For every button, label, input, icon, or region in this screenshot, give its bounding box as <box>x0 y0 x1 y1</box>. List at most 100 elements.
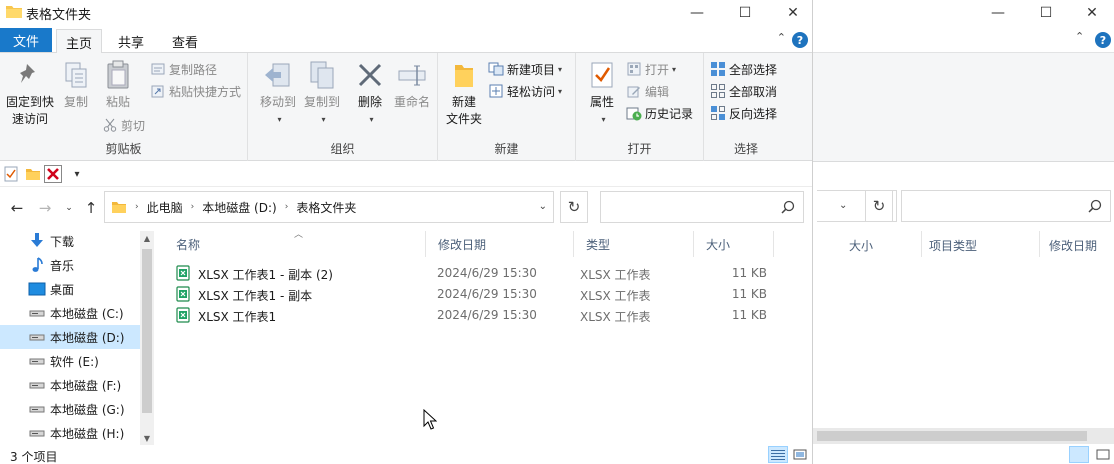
sidebar-item-drive-h[interactable]: 本地磁盘 (H:) <box>0 421 140 445</box>
scroll-up-icon[interactable]: ▲ <box>140 231 154 245</box>
bg-minimize-button[interactable]: — <box>975 0 1021 26</box>
delete-button[interactable]: 删除 ▾ <box>350 59 390 128</box>
recent-locations-dropdown-icon[interactable]: ⌄ <box>60 199 78 217</box>
sidebar-item-drive-f[interactable]: 本地磁盘 (F:) <box>0 373 140 397</box>
open-label: 打开 <box>645 62 670 77</box>
breadcrumb-separator-icon[interactable]: › <box>135 202 139 212</box>
move-to-button[interactable]: 移动到 ▾ <box>256 59 300 128</box>
rename-button[interactable]: 重命名 <box>390 59 434 111</box>
qat-customize-dropdown-icon[interactable]: ▾ <box>68 165 86 183</box>
select-all-icon <box>710 61 726 77</box>
file-row[interactable]: XLSX 工作表1 - 副本 (2) 2024/6/29 15:30 XLSX … <box>164 263 804 284</box>
file-type: XLSX 工作表 <box>580 310 651 324</box>
scroll-down-icon[interactable]: ▼ <box>140 431 154 445</box>
new-folder-button[interactable]: 新建 文件夹 <box>444 59 484 128</box>
cut-button[interactable]: 剪切 <box>102 115 145 135</box>
group-new-label: 新建 <box>494 142 519 156</box>
breadcrumb-separator-icon[interactable]: › <box>191 202 195 212</box>
paste-button[interactable]: 粘贴 <box>98 59 138 111</box>
qat-delete-icon[interactable] <box>44 165 62 183</box>
forward-arrow-icon[interactable]: → <box>36 199 54 217</box>
invert-selection-button[interactable]: 反向选择 <box>710 103 777 123</box>
copy-button[interactable]: 复制 <box>58 59 94 111</box>
sidebar-item-desktop[interactable]: 桌面 <box>0 277 140 301</box>
breadcrumb-current-folder[interactable]: 表格文件夹 <box>296 199 356 216</box>
bg-ribbon-collapse-icon[interactable]: ⌃ <box>1075 30 1084 43</box>
bg-large-icons-view-icon[interactable] <box>1093 446 1113 463</box>
open-button[interactable]: 打开 ▾ <box>626 59 676 79</box>
close-button[interactable]: ✕ <box>770 0 816 26</box>
history-button[interactable]: 历史记录 <box>626 103 693 123</box>
help-icon[interactable]: ? <box>792 32 808 48</box>
breadcrumb-drive-d[interactable]: 本地磁盘 (D:) <box>202 199 276 216</box>
pin-to-quick-access-button[interactable]: 固定到快 速访问 <box>4 59 56 128</box>
properties-button[interactable]: 属性 ▾ <box>584 59 620 128</box>
sidebar-item-downloads[interactable]: 下载 <box>0 229 140 253</box>
column-header-name[interactable]: 名称 <box>164 231 426 257</box>
large-icons-view-icon[interactable] <box>790 446 810 463</box>
bg-search-box[interactable] <box>901 190 1111 222</box>
column-header-type[interactable]: 类型 <box>574 231 694 257</box>
tab-share[interactable]: 共享 <box>108 29 154 53</box>
desktop-icon <box>28 281 46 297</box>
sidebar-item-drive-d[interactable]: 本地磁盘 (D:) <box>0 325 140 349</box>
bg-col-item-type[interactable]: 项目类型 <box>929 237 977 254</box>
column-header-date[interactable]: 修改日期 <box>426 231 574 257</box>
bg-help-icon[interactable]: ? <box>1095 32 1111 48</box>
bg-refresh-button[interactable]: ↻ <box>865 190 893 222</box>
paste-shortcut-button[interactable]: 粘贴快捷方式 <box>150 81 241 101</box>
up-arrow-icon[interactable]: ↑ <box>82 199 100 217</box>
sidebar-item-drive-e[interactable]: 软件 (E:) <box>0 349 140 373</box>
ribbon-collapse-icon[interactable]: ⌃ <box>777 31 786 44</box>
sidebar-scrollbar[interactable]: ▲ ▼ <box>140 231 154 445</box>
file-row[interactable]: XLSX 工作表1 2024/6/29 15:30 XLSX 工作表 11 KB <box>164 305 804 326</box>
breadcrumb-separator-icon[interactable]: › <box>285 202 289 212</box>
edit-button[interactable]: 编辑 <box>626 81 669 101</box>
properties-label: 属性 <box>589 95 614 109</box>
breadcrumb-this-pc[interactable]: 此电脑 <box>147 199 183 216</box>
qat-properties-icon[interactable] <box>2 165 20 183</box>
new-item-dropdown-icon: ▾ <box>558 64 563 74</box>
bg-col-date[interactable]: 修改日期 <box>1049 237 1097 254</box>
address-dropdown-icon[interactable]: ⌄ <box>539 201 547 212</box>
column-header-size[interactable]: 大小 <box>694 231 774 257</box>
details-view-icon[interactable] <box>768 446 788 463</box>
search-input[interactable] <box>600 191 804 223</box>
ribbon-tabs: 文件 主页 共享 查看 ⌃ ? <box>0 26 812 54</box>
copy-to-button[interactable]: 复制到 ▾ <box>300 59 344 128</box>
tab-view[interactable]: 查看 <box>160 29 210 53</box>
sidebar-item-drive-g[interactable]: 本地磁盘 (G:) <box>0 397 140 421</box>
new-item-button[interactable]: 新建项目 ▾ <box>488 59 562 79</box>
bg-address-dropdown-icon[interactable]: ⌄ <box>839 200 847 211</box>
easy-access-button[interactable]: 轻松访问 ▾ <box>488 81 562 101</box>
copy-icon <box>60 59 92 91</box>
back-arrow-icon[interactable]: ← <box>8 199 26 217</box>
copy-path-button[interactable]: 复制路径 <box>150 59 217 79</box>
bg-close-button[interactable]: ✕ <box>1069 0 1114 26</box>
sidebar-item-music[interactable]: 音乐 <box>0 253 140 277</box>
select-none-button[interactable]: 全部取消 <box>710 81 777 101</box>
sidebar-item-drive-c[interactable]: 本地磁盘 (C:) <box>0 301 140 325</box>
select-all-button[interactable]: 全部选择 <box>710 59 777 79</box>
group-open: 属性 ▾ 打开 ▾ 编辑 历史记录 打开 <box>576 53 704 161</box>
maximize-button[interactable]: ☐ <box>722 0 768 26</box>
copy-to-icon <box>306 59 338 91</box>
qat-new-folder-icon[interactable] <box>24 165 42 183</box>
minimize-button[interactable]: — <box>674 0 720 26</box>
easy-access-dropdown-icon: ▾ <box>558 86 563 96</box>
bg-col-size[interactable]: 大小 <box>849 237 873 254</box>
titlebar: 表格文件夹 — ☐ ✕ <box>0 0 812 26</box>
address-bar[interactable]: › 此电脑 › 本地磁盘 (D:) › 表格文件夹 ⌄ <box>104 191 554 223</box>
scrollbar-thumb[interactable] <box>142 249 152 413</box>
properties-dropdown-icon: ▾ <box>601 115 606 124</box>
drive-icon <box>28 305 46 321</box>
tab-file[interactable]: 文件 <box>0 28 52 52</box>
file-row[interactable]: XLSX 工作表1 - 副本 2024/6/29 15:30 XLSX 工作表 … <box>164 284 804 305</box>
tab-home[interactable]: 主页 <box>56 29 102 54</box>
bg-details-view-icon[interactable] <box>1069 446 1089 463</box>
bg-maximize-button[interactable]: ☐ <box>1023 0 1069 26</box>
file-size: 11 KB <box>731 266 767 280</box>
refresh-icon[interactable]: ↻ <box>560 191 588 223</box>
bg-horizontal-scrollbar[interactable] <box>813 428 1114 444</box>
invert-selection-label: 反向选择 <box>729 106 778 121</box>
